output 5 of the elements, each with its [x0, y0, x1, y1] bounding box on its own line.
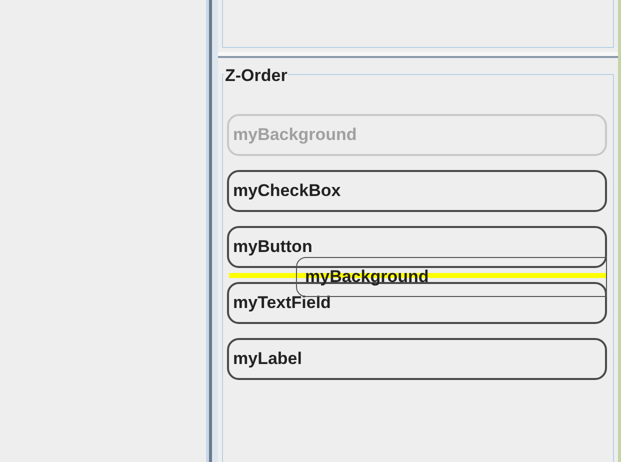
split-divider[interactable]	[206, 0, 218, 462]
list-item[interactable]: myTextField	[227, 282, 607, 324]
list-item[interactable]: myButton	[227, 226, 607, 268]
list-item[interactable]: myCheckBox	[227, 170, 607, 212]
list-item[interactable]: myLabel	[227, 338, 607, 380]
